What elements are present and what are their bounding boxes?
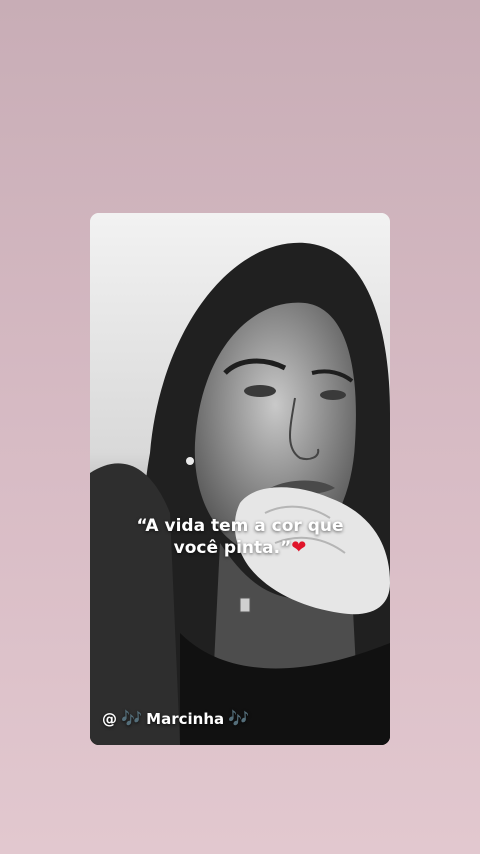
quote-line-2: você pinta.”❤ xyxy=(90,537,390,559)
quote-line-2-text: você pinta.” xyxy=(173,538,292,558)
portrait-photo xyxy=(90,213,390,745)
music-notes-icon: 🎶 xyxy=(228,709,250,729)
story-card[interactable]: “A vida tem a cor que você pinta.”❤ @ 🎶 … xyxy=(90,213,390,745)
quote-line-1: “A vida tem a cor que xyxy=(136,516,344,536)
music-notes-icon: 🎶 xyxy=(121,709,143,729)
mention-at-sign: @ xyxy=(102,710,117,728)
heart-icon: ❤ xyxy=(291,537,307,558)
story-quote-text: “A vida tem a cor que você pinta.”❤ xyxy=(90,515,390,559)
mention-name: Marcinha xyxy=(146,710,225,728)
user-mention-sticker[interactable]: @ 🎶 Marcinha 🎶 xyxy=(102,709,249,729)
